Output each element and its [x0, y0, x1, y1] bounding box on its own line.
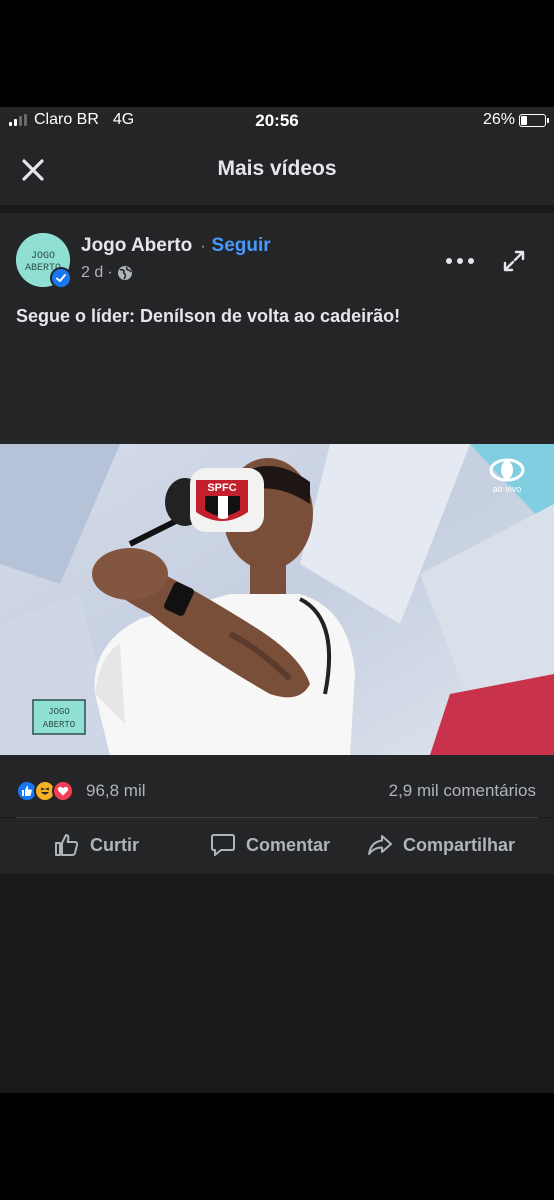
- svg-text:JOGO: JOGO: [31, 251, 55, 262]
- globe-icon: [117, 266, 132, 280]
- like-label: Curtir: [90, 834, 139, 855]
- comment-label: Comentar: [246, 834, 331, 855]
- reactions-count[interactable]: 96,8 mil: [86, 781, 146, 801]
- separator-dot: ·: [200, 238, 206, 255]
- more-options-button[interactable]: [446, 251, 474, 271]
- thumbs-up-icon: [55, 834, 79, 856]
- status-time: 20:56: [255, 111, 299, 130]
- video-frame: SPFC ao vivo JOGO ABERTO: [0, 444, 554, 755]
- share-label: Compartilhar: [403, 834, 516, 855]
- reactions-summary[interactable]: 96,8 mil 2,9 mil comentários: [0, 767, 554, 817]
- follow-button[interactable]: Seguir: [212, 235, 271, 257]
- svg-text:SPFC: SPFC: [207, 482, 236, 494]
- meta-separator: ·: [107, 264, 113, 281]
- post-meta: 2 d ·: [81, 264, 133, 282]
- post-actions: Curtir Comentar Compartilhar: [0, 818, 554, 874]
- page-name[interactable]: Jogo Aberto: [81, 235, 192, 257]
- expand-icon: [503, 250, 525, 272]
- battery-icon: [519, 113, 549, 127]
- svg-text:JOGO: JOGO: [48, 707, 70, 717]
- page-name-row: Jogo Aberto · Seguir: [81, 235, 271, 257]
- share-icon: [368, 835, 392, 855]
- comments-count[interactable]: 2,9 mil comentários: [389, 781, 536, 801]
- battery-percent: 26%: [482, 111, 515, 128]
- avatar[interactable]: JOGO ABERTO: [16, 233, 72, 289]
- app-screen: Claro BR 4G 20:56 26% Mais vídeos JOGO A…: [0, 107, 554, 1093]
- header: Mais vídeos: [0, 135, 554, 205]
- post-card: JOGO ABERTO Jogo Aberto · Seguir 2 d · S…: [0, 213, 554, 767]
- status-right: 26%: [482, 111, 549, 129]
- share-button[interactable]: Compartilhar: [367, 832, 515, 858]
- comment-button[interactable]: Comentar: [210, 832, 330, 858]
- verified-badge-icon: [50, 267, 72, 289]
- page-title: Mais vídeos: [217, 157, 337, 180]
- reaction-icons: [16, 780, 74, 802]
- post-caption: Segue o líder: Denílson de volta ao cade…: [16, 306, 401, 326]
- love-icon: [52, 780, 74, 802]
- svg-text:ABERTO: ABERTO: [43, 720, 75, 730]
- post-time[interactable]: 2 d: [81, 264, 103, 282]
- svg-text:ao vivo: ao vivo: [493, 484, 522, 494]
- like-button[interactable]: Curtir: [54, 832, 139, 858]
- status-bar: Claro BR 4G 20:56 26%: [0, 107, 554, 135]
- comment-icon: [211, 834, 235, 856]
- fullscreen-button[interactable]: [502, 249, 526, 278]
- video-player[interactable]: SPFC ao vivo JOGO ABERTO: [0, 444, 554, 755]
